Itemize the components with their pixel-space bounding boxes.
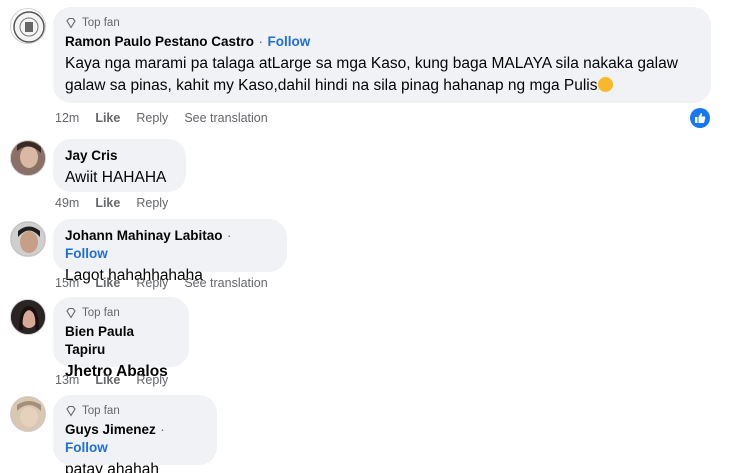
- comment-bubble: Jay Cris Awiit HAHAHA: [53, 139, 186, 192]
- profile-photo-icon: [11, 397, 45, 431]
- badge-label: Top fan: [82, 306, 120, 319]
- comment-text: Kaya nga marami pa talaga atLarge sa mga…: [65, 53, 699, 97]
- comment-author[interactable]: Johann Mahinay Labitao: [65, 228, 223, 243]
- profile-photo-icon: [11, 141, 45, 175]
- avatar[interactable]: [10, 221, 46, 257]
- follow-button[interactable]: Follow: [65, 440, 108, 455]
- top-fan-badge: Top fan: [65, 403, 205, 418]
- like-button[interactable]: Like: [95, 111, 120, 125]
- badge-label: Top fan: [82, 404, 120, 417]
- profile-photo-icon: [11, 300, 45, 334]
- thumbs-up-icon: [695, 113, 706, 123]
- comment-actions: 15m Like Reply See translation: [55, 276, 268, 290]
- top-fan-badge: Top fan: [65, 15, 699, 30]
- comment-bubble: Top fan Guys Jimenez · Follow patay ahah…: [53, 395, 217, 473]
- like-button[interactable]: Like: [95, 276, 120, 290]
- avatar[interactable]: [10, 396, 46, 432]
- reply-button[interactable]: Reply: [136, 196, 168, 210]
- avatar[interactable]: [10, 140, 46, 176]
- profile-photo-icon: [11, 222, 45, 256]
- comment-text: patay ahahah: [65, 461, 159, 473]
- follow-button[interactable]: Follow: [267, 34, 310, 49]
- grinning-sweat-emoji-icon: [597, 77, 613, 92]
- reply-button[interactable]: Reply: [136, 276, 168, 290]
- timestamp[interactable]: 12m: [55, 111, 79, 125]
- comment-actions: 49m Like Reply: [55, 196, 168, 210]
- see-translation-button[interactable]: See translation: [184, 276, 267, 290]
- avatar[interactable]: [10, 299, 46, 335]
- comment-actions: 13m Like Reply: [55, 373, 168, 387]
- timestamp[interactable]: 49m: [55, 196, 79, 210]
- separator: ·: [226, 228, 232, 243]
- comment-author[interactable]: Ramon Paulo Pestano Castro: [65, 34, 254, 49]
- comment-bubble: Top fan Bien Paula Tapiru Jhetro Abalos: [53, 297, 189, 380]
- see-translation-button[interactable]: See translation: [184, 111, 267, 125]
- comment-author[interactable]: Guys Jimenez: [65, 422, 156, 437]
- diamond-icon: [66, 307, 76, 319]
- reply-button[interactable]: Reply: [136, 373, 168, 387]
- badge-label: Top fan: [82, 16, 120, 29]
- comment-line: galaw sa pinas, kahit my Kaso,dahil hind…: [65, 75, 699, 97]
- reply-button[interactable]: Reply: [136, 111, 168, 125]
- comment-bubble: Johann Mahinay Labitao · Follow Lagot ha…: [53, 219, 287, 284]
- separator: ·: [258, 34, 264, 49]
- like-reaction-icon[interactable]: [690, 108, 710, 128]
- top-fan-badge: Top fan: [65, 305, 177, 320]
- diamond-icon: [66, 17, 76, 29]
- comment-line: Kaya nga marami pa talaga atLarge sa mga…: [65, 55, 678, 72]
- timestamp[interactable]: 15m: [55, 276, 79, 290]
- comment-author[interactable]: Bien Paula Tapiru: [65, 324, 134, 357]
- like-button[interactable]: Like: [95, 196, 120, 210]
- comment-text: Awiit HAHAHA: [65, 169, 167, 186]
- comment-author[interactable]: Jay Cris: [65, 148, 118, 163]
- comment-bubble: Top fan Ramon Paulo Pestano Castro · Fol…: [53, 7, 711, 103]
- like-button[interactable]: Like: [95, 373, 120, 387]
- avatar[interactable]: [10, 8, 46, 44]
- follow-button[interactable]: Follow: [65, 246, 108, 261]
- comment-actions: 12m Like Reply See translation: [55, 111, 268, 125]
- diamond-icon: [66, 405, 76, 417]
- timestamp[interactable]: 13m: [55, 373, 79, 387]
- seal-logo-icon: [13, 11, 45, 43]
- separator: ·: [160, 422, 165, 437]
